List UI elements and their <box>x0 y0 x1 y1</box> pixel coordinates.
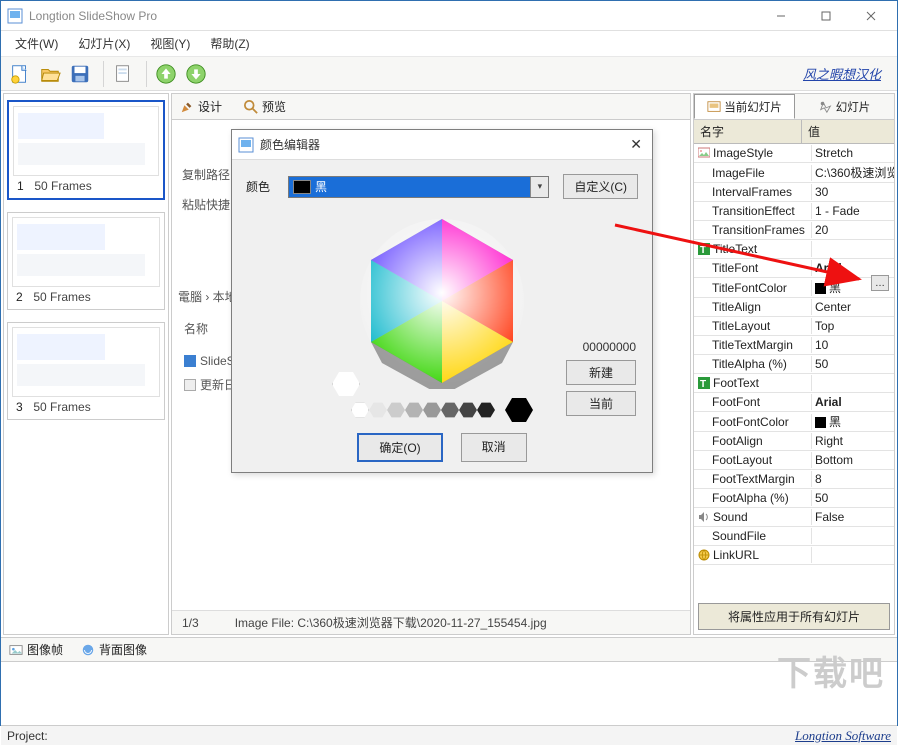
property-grid[interactable]: 名字 值 ImageStyleStretchImageFileC:\360极速浏… <box>694 120 894 599</box>
bottom-area <box>1 661 897 725</box>
sound-icon <box>698 511 710 523</box>
right-tabs: 当前幻灯片 幻灯片 <box>694 94 894 120</box>
window-title: Longtion SlideShow Pro <box>29 9 758 23</box>
prop-row-imagefile[interactable]: ImageFileC:\360极速浏览 <box>694 163 894 183</box>
prop-row-footfont[interactable]: FootFontArial <box>694 393 894 412</box>
foottext-icon: T <box>698 377 710 389</box>
prop-row-footfontcolor[interactable]: FootFontColor黑 <box>694 412 894 432</box>
dialog-title: 颜色编辑器 <box>260 136 614 153</box>
app-icon <box>7 8 23 24</box>
prop-row-titletextmargin[interactable]: TitleTextMargin10 <box>694 336 894 355</box>
color-dropdown[interactable]: 黑 ▾ <box>288 176 549 198</box>
frames-panel: 1 50 Frames 2 50 Frames 3 50 Frames <box>3 93 169 635</box>
prop-row-titletext[interactable]: TTitleText <box>694 240 894 259</box>
ok-button[interactable]: 确定(O) <box>357 433 442 462</box>
prop-row-foottext[interactable]: TFootText <box>694 374 894 393</box>
toolbar: 风之暇想汉化 <box>1 57 897 91</box>
menu-file[interactable]: 文件(W) <box>5 33 68 54</box>
black-hex-swatch[interactable] <box>505 397 533 423</box>
apply-to-all-button[interactable]: 将属性应用于所有幻灯片 <box>698 603 890 630</box>
close-button[interactable] <box>848 2 893 30</box>
prop-row-linkurl[interactable]: LinkURL <box>694 546 894 565</box>
menu-help[interactable]: 帮助(Z) <box>200 33 259 54</box>
dialog-icon <box>238 137 254 153</box>
ellipsis-button[interactable]: … <box>871 275 889 291</box>
bottom-tabs: 图像帧 背面图像 <box>1 637 897 661</box>
move-down-button[interactable] <box>183 61 209 87</box>
color-swatch-icon <box>293 180 311 194</box>
new-project-button[interactable] <box>7 61 33 87</box>
prop-row-titlefont[interactable]: TitleFontArial <box>694 259 894 278</box>
dialog-close-button[interactable]: ✕ <box>614 136 646 153</box>
prop-row-footalign[interactable]: FootAlignRight <box>694 432 894 451</box>
frame-thumb-1[interactable]: 1 50 Frames <box>7 100 165 200</box>
project-label: Project: <box>7 729 48 743</box>
image-icon <box>698 147 710 159</box>
image-file-label: Image File: C:\360极速浏览器下载\2020-11-27_155… <box>235 614 547 631</box>
menubar: 文件(W) 幻灯片(X) 视图(Y) 帮助(Z) <box>1 31 897 57</box>
center-statusbar: 1/3 Image File: C:\360极速浏览器下载\2020-11-27… <box>172 610 690 634</box>
frame-thumb-2[interactable]: 2 50 Frames <box>7 212 165 310</box>
prop-row-footlayout[interactable]: FootLayoutBottom <box>694 451 894 470</box>
save-project-button[interactable] <box>67 61 93 87</box>
prop-header-value: 值 <box>802 120 826 143</box>
prop-row-intervalframes[interactable]: IntervalFrames30 <box>694 183 894 202</box>
titletext-icon: T <box>698 243 710 255</box>
svg-text:T: T <box>700 379 706 389</box>
window-titlebar: Longtion SlideShow Pro <box>1 1 897 31</box>
maximize-button[interactable] <box>803 2 848 30</box>
prop-row-footalpha[interactable]: FootAlpha (%)50 <box>694 489 894 508</box>
tab-back-image[interactable]: 背面图像 <box>81 641 147 658</box>
prop-row-foottextmargin[interactable]: FootTextMargin8 <box>694 470 894 489</box>
minimize-button[interactable] <box>758 2 803 30</box>
cancel-button[interactable]: 取消 <box>461 433 527 462</box>
company-label: Longtion Software <box>795 728 891 744</box>
menu-slide[interactable]: 幻灯片(X) <box>68 33 140 54</box>
move-up-button[interactable] <box>153 61 179 87</box>
prop-row-soundfile[interactable]: SoundFile <box>694 527 894 546</box>
work-tabs: 设计 预览 <box>172 94 690 120</box>
color-editor-dialog: 颜色编辑器 ✕ 颜色 黑 ▾ 自定义(C) <box>231 129 653 473</box>
hex-color-picker[interactable] <box>332 213 552 393</box>
tab-all-slides[interactable]: 幻灯片 <box>795 94 894 119</box>
open-project-button[interactable] <box>37 61 63 87</box>
new-color-button[interactable]: 新建 <box>566 360 636 385</box>
tab-preview[interactable]: 预览 <box>240 96 290 117</box>
prop-row-titlealpha[interactable]: TitleAlpha (%)50 <box>694 355 894 374</box>
statusbar: Project: Longtion Software <box>1 725 897 745</box>
prop-row-imagestyle[interactable]: ImageStyleStretch <box>694 144 894 163</box>
menu-view[interactable]: 视图(Y) <box>140 33 200 54</box>
tab-image-frame[interactable]: 图像帧 <box>9 641 63 658</box>
chevron-down-icon: ▾ <box>530 177 548 197</box>
link-icon <box>698 549 710 561</box>
color-hex-value: 00000000 <box>566 340 636 354</box>
frame-thumb-3[interactable]: 3 50 Frames <box>7 322 165 420</box>
color-label: 颜色 <box>246 178 282 195</box>
prop-row-transitionframes[interactable]: TransitionFrames20 <box>694 221 894 240</box>
prop-row-titlefontcolor[interactable]: TitleFontColor黑 <box>694 278 894 298</box>
prop-row-titlealign[interactable]: TitleAlignCenter <box>694 298 894 317</box>
prop-row-titlelayout[interactable]: TitleLayoutTop <box>694 317 894 336</box>
prop-row-sound[interactable]: SoundFalse <box>694 508 894 527</box>
custom-color-button[interactable]: 自定义(C) <box>563 174 638 199</box>
svg-text:T: T <box>700 245 706 255</box>
tab-design[interactable]: 设计 <box>176 96 226 117</box>
prop-header-name: 名字 <box>694 120 802 143</box>
watermark: 下载吧 <box>777 646 885 695</box>
add-page-button[interactable] <box>110 61 136 87</box>
tab-current-slide[interactable]: 当前幻灯片 <box>694 94 795 119</box>
prop-row-transitioneffect[interactable]: TransitionEffect1 - Fade <box>694 202 894 221</box>
translator-credit[interactable]: 风之暇想汉化 <box>803 64 891 83</box>
page-indicator: 1/3 <box>182 616 199 630</box>
current-color-button[interactable]: 当前 <box>566 391 636 416</box>
